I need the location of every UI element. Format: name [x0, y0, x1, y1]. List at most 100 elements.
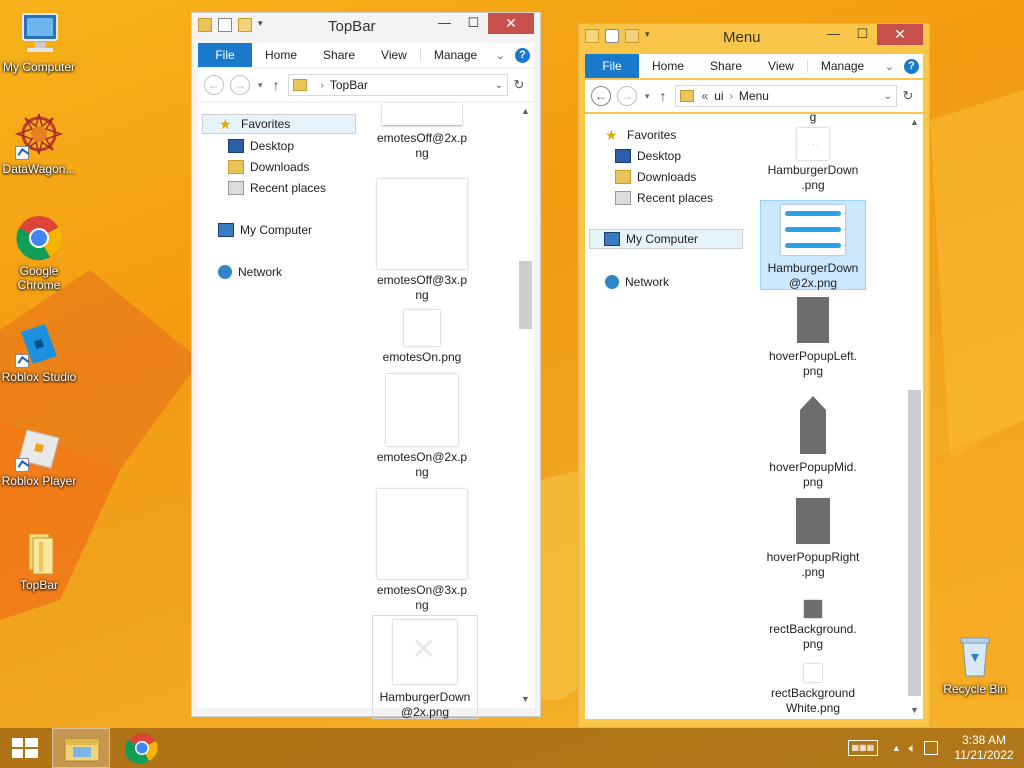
maximize-button[interactable]: ☐	[849, 24, 876, 45]
close-button[interactable]: ✕	[877, 24, 923, 45]
nav-recent-places[interactable]: Recent places	[228, 178, 326, 198]
properties-icon[interactable]	[218, 18, 232, 32]
tab-share[interactable]: Share	[310, 48, 368, 62]
desktop-icon-topbar-folder[interactable]: TopBar	[1, 528, 77, 592]
chevron-down-icon[interactable]: ▾	[645, 29, 653, 43]
expand-ribbon-icon[interactable]: ⌄	[885, 60, 894, 73]
tab-manage[interactable]: Manage	[419, 48, 490, 62]
up-button[interactable]: ↑	[660, 88, 667, 104]
nav-favorites[interactable]: ★ Favorites	[202, 114, 356, 134]
network-status-icon[interactable]	[924, 741, 938, 755]
breadcrumb-ui[interactable]: ui	[714, 89, 723, 103]
recent-locations-icon[interactable]: ▾	[645, 91, 650, 102]
explorer-window-menu[interactable]: ▾ Menu — ☐ ✕ File Home Share View Manage…	[578, 23, 930, 728]
minimize-button[interactable]: —	[431, 13, 458, 34]
nav-desktop[interactable]: Desktop	[228, 136, 294, 156]
breadcrumb-menu[interactable]: Menu	[739, 89, 769, 103]
clock[interactable]: 3:38 AM 11/21/2022	[944, 733, 1024, 763]
tab-share[interactable]: Share	[697, 59, 755, 73]
breadcrumb-separator-icon[interactable]: ›	[321, 80, 324, 91]
file-item-partial[interactable]: g	[761, 110, 865, 125]
tab-view[interactable]: View	[755, 59, 807, 73]
breadcrumb-separator-icon[interactable]: ›	[730, 91, 733, 102]
volume-icon[interactable]: 🔈︎	[909, 741, 916, 756]
vertical-scrollbar[interactable]: ▲ ▼	[517, 103, 534, 708]
tab-manage[interactable]: Manage	[806, 59, 877, 73]
file-item[interactable]: emotesOn.png	[370, 310, 474, 365]
chevron-down-icon[interactable]: ▾	[258, 18, 266, 32]
forward-button[interactable]: →	[617, 86, 637, 106]
keyboard-icon[interactable]: ▦▦▦	[847, 740, 878, 756]
expand-ribbon-icon[interactable]: ⌄	[496, 49, 505, 62]
desktop-icon-my-computer[interactable]: My Computer	[1, 10, 77, 74]
file-item[interactable]: emotesOff@3x.p ng	[370, 179, 474, 303]
file-item[interactable]: emotesOff@2x.p ng	[370, 103, 474, 161]
scrollbar-thumb[interactable]	[908, 390, 921, 696]
file-item[interactable]: emotesOn@3x.p ng	[370, 489, 474, 613]
taskbar-file-explorer[interactable]	[52, 728, 110, 768]
maximize-button[interactable]: ☐	[460, 13, 487, 34]
nav-network[interactable]: Network	[605, 272, 669, 292]
nav-downloads[interactable]: Downloads	[615, 167, 696, 187]
scroll-up-icon[interactable]: ▲	[517, 103, 534, 120]
start-button[interactable]	[0, 728, 50, 768]
explorer-window-topbar[interactable]: ▾ TopBar — ☐ ✕ File Home Share View Mana…	[191, 12, 541, 719]
file-item[interactable]: hoverPopupMid. png	[761, 396, 865, 490]
file-item-selected[interactable]: HamburgerDown @2x.png	[760, 200, 866, 290]
up-button[interactable]: ↑	[273, 77, 280, 93]
nav-favorites[interactable]: ★ Favorites	[605, 125, 676, 145]
scrollbar-thumb[interactable]	[519, 261, 532, 329]
scroll-down-icon[interactable]: ▼	[906, 702, 923, 719]
tab-file[interactable]: File	[585, 54, 639, 78]
desktop-icon-roblox-player[interactable]: Roblox Player	[1, 424, 77, 488]
nav-my-computer[interactable]: My Computer	[218, 220, 312, 240]
file-item[interactable]: hoverPopupLeft. png	[761, 297, 865, 379]
file-item[interactable]: ✕ HamburgerDown @2x.png	[372, 615, 478, 719]
scroll-down-icon[interactable]: ▼	[517, 691, 534, 708]
nav-desktop[interactable]: Desktop	[615, 146, 681, 166]
file-item[interactable]: . . . HamburgerDown .png	[761, 128, 865, 193]
desktop-icon-chrome[interactable]: Google Chrome	[1, 214, 77, 292]
desktop-icon-datawagon[interactable]: DataWagon...	[1, 112, 77, 176]
refresh-button[interactable]: ↻	[508, 77, 530, 93]
chevron-down-icon[interactable]: ⌄	[884, 91, 892, 102]
desktop-icon-roblox-studio[interactable]: Roblox Studio	[1, 320, 77, 384]
title-bar[interactable]: ▾ Menu — ☐ ✕	[579, 24, 929, 52]
taskbar-chrome[interactable]	[116, 728, 168, 768]
help-icon[interactable]: ?	[904, 58, 919, 74]
tab-file[interactable]: File	[198, 43, 252, 67]
nav-recent-places[interactable]: Recent places	[615, 188, 713, 208]
nav-my-computer[interactable]: My Computer	[589, 229, 743, 249]
refresh-button[interactable]: ↻	[897, 88, 919, 104]
new-folder-icon[interactable]	[238, 18, 252, 32]
desktop-icon-recycle-bin[interactable]: Recycle Bin	[937, 632, 1013, 696]
back-button[interactable]: ←	[204, 75, 224, 95]
chevron-up-icon[interactable]: ▲	[892, 743, 901, 753]
recent-locations-icon[interactable]: ▾	[258, 80, 263, 91]
vertical-scrollbar[interactable]: ▲ ▼	[906, 114, 923, 719]
address-bar[interactable]: « ui › Menu ⌄	[674, 85, 897, 107]
tab-home[interactable]: Home	[639, 59, 697, 73]
properties-icon[interactable]	[605, 29, 619, 43]
chevron-down-icon[interactable]: ⌄	[495, 80, 503, 91]
nav-network[interactable]: Network	[218, 262, 282, 282]
address-bar[interactable]: › TopBar ⌄	[287, 74, 508, 96]
file-item[interactable]: emotesOn@2x.p ng	[370, 374, 474, 480]
file-item[interactable]: hoverPopupRight .png	[761, 498, 865, 580]
file-thumbnail	[386, 374, 458, 446]
tab-home[interactable]: Home	[252, 48, 310, 62]
forward-button[interactable]: →	[230, 75, 250, 95]
close-button[interactable]: ✕	[488, 13, 534, 34]
nav-downloads[interactable]: Downloads	[228, 157, 309, 177]
minimize-button[interactable]: —	[820, 24, 847, 45]
file-item[interactable]: rectBackground. png	[761, 600, 865, 652]
title-bar[interactable]: ▾ TopBar — ☐ ✕	[192, 13, 540, 41]
back-button[interactable]: ←	[591, 86, 611, 106]
file-item[interactable]: rectBackground White.png	[761, 664, 865, 716]
help-icon[interactable]: ?	[515, 47, 530, 63]
tab-view[interactable]: View	[368, 48, 420, 62]
scroll-up-icon[interactable]: ▲	[906, 114, 923, 131]
breadcrumb-topbar[interactable]: TopBar	[330, 78, 368, 92]
new-folder-icon[interactable]	[625, 29, 639, 43]
breadcrumb-overflow[interactable]: «	[702, 89, 709, 103]
